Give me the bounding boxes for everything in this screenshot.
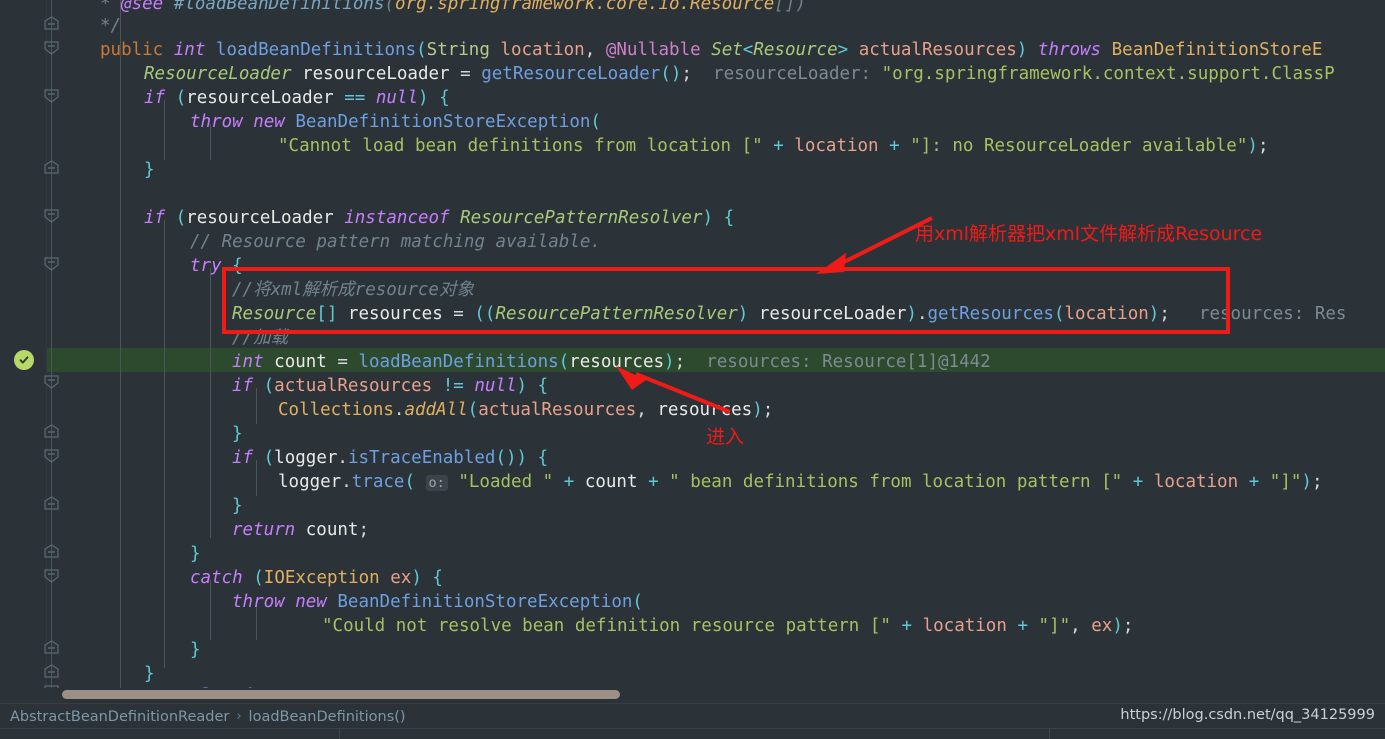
gutter-divider <box>46 0 47 688</box>
code-line[interactable]: public int loadBeanDefinitions(String lo… <box>100 38 1322 62</box>
code-line[interactable]: if (resourceLoader instanceof ResourcePa… <box>144 206 734 230</box>
fold-collapse-icon[interactable] <box>43 496 60 511</box>
fold-expand-icon[interactable] <box>43 256 60 271</box>
code-line[interactable]: } <box>190 542 201 566</box>
code-line[interactable]: "Cannot load bean definitions from locat… <box>278 134 1268 158</box>
code-line[interactable]: "Could not resolve bean definition resou… <box>322 614 1133 638</box>
editor-gutter[interactable] <box>0 0 46 688</box>
checkmark-verified-icon[interactable] <box>14 350 34 370</box>
code-line[interactable]: // Resource pattern matching available. <box>190 230 601 254</box>
status-bar <box>0 728 1385 739</box>
annotation-note-2: 进入 <box>706 426 745 448</box>
code-line[interactable]: if (logger.isTraceEnabled()) { <box>232 446 548 470</box>
code-line[interactable]: } <box>144 662 155 686</box>
code-folding-rail <box>51 0 52 688</box>
fold-collapse-icon[interactable] <box>43 424 60 439</box>
code-line[interactable]: throw new BeanDefinitionStoreException( <box>232 590 643 614</box>
code-line[interactable]: catch (IOException ex) { <box>190 566 443 590</box>
code-line[interactable]: throw new BeanDefinitionStoreException( <box>190 110 601 134</box>
code-line[interactable]: try { <box>190 254 243 278</box>
code-line[interactable]: ResourceLoader resourceLoader = getResou… <box>144 62 1335 86</box>
status-bar-divider <box>1049 729 1050 739</box>
fold-expand-icon[interactable] <box>43 208 60 223</box>
fold-collapse-icon[interactable] <box>43 160 60 175</box>
code-line[interactable]: } <box>144 158 155 182</box>
fold-expand-icon[interactable] <box>43 88 60 103</box>
parameter-name-hint: o: <box>425 475 448 491</box>
fold-collapse-icon[interactable] <box>43 544 60 559</box>
breadcrumb-item-method[interactable]: loadBeanDefinitions() <box>249 709 406 725</box>
horizontal-scrollbar-thumb[interactable] <box>62 690 620 699</box>
code-line[interactable]: */ <box>100 14 121 38</box>
code-line[interactable]: } <box>232 422 243 446</box>
code-line[interactable]: * @see #loadBeanDefinitions(org.springfr… <box>100 0 806 16</box>
code-line[interactable]: logger.trace( o: "Loaded " + count + " b… <box>278 470 1322 494</box>
code-line[interactable]: //加载 <box>232 326 288 350</box>
fold-expand-icon[interactable] <box>43 448 60 463</box>
code-editor[interactable]: * @see #loadBeanDefinitions(org.springfr… <box>0 0 1385 688</box>
code-line[interactable]: Collections.addAll(actualResources, reso… <box>278 398 773 422</box>
annotation-note-1: 用xml解析器把xml文件解析成Resource <box>915 223 1263 245</box>
fold-expand-icon[interactable] <box>43 568 60 583</box>
fold-expand-icon[interactable] <box>43 374 60 389</box>
fold-collapse-icon[interactable] <box>43 664 60 679</box>
code-line[interactable]: } <box>190 638 201 662</box>
fold-collapse-icon[interactable] <box>43 640 60 655</box>
fold-collapse-icon[interactable] <box>43 16 60 31</box>
fold-expand-icon[interactable] <box>43 40 60 55</box>
code-line[interactable]: //将xml解析成resource对象 <box>232 278 474 302</box>
breadcrumb-separator-icon: › <box>236 709 242 724</box>
code-line[interactable]: return count; <box>232 518 369 542</box>
code-line[interactable]: } <box>232 494 243 518</box>
code-line[interactable]: int count = loadBeanDefinitions(resource… <box>232 350 991 374</box>
code-line[interactable]: Resource[] resources = ((ResourcePattern… <box>232 302 1346 326</box>
code-line[interactable]: if (resourceLoader == null) { <box>144 86 450 110</box>
status-bar-divider <box>339 729 340 739</box>
watermark-url: https://blog.csdn.net/qq_34125999 <box>1120 707 1375 723</box>
breadcrumb-item-class[interactable]: AbstractBeanDefinitionReader <box>0 709 229 725</box>
ide-window: * @see #loadBeanDefinitions(org.springfr… <box>0 0 1385 739</box>
code-line[interactable]: if (actualResources != null) { <box>232 374 548 398</box>
code-content[interactable]: * @see #loadBeanDefinitions(org.springfr… <box>62 0 1385 688</box>
